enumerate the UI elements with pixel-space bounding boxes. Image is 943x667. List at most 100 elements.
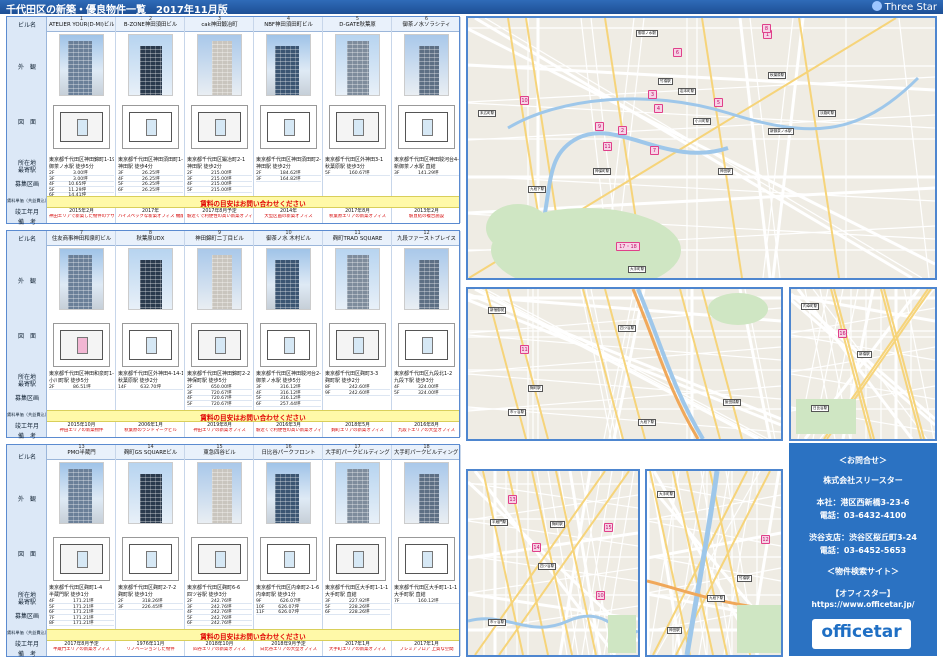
map-station-label: 末広町駅: [478, 110, 497, 117]
floor-plan: [122, 323, 179, 367]
floor-plan-outline: [336, 112, 379, 142]
map-station-label: 神保町駅: [593, 168, 612, 175]
map-station-label: 日比谷駅: [811, 405, 830, 412]
map-station-label: 九段下駅: [707, 595, 726, 602]
building-photo: [197, 34, 242, 96]
map-pin[interactable]: 3: [648, 90, 657, 99]
map-pin[interactable]: 2: [618, 126, 627, 135]
map-station-label: 市ヶ谷駅: [488, 619, 507, 626]
nearest-station: 半蔵門駅 徒歩1分: [49, 592, 89, 598]
row-label-completion: 竣工年月: [14, 641, 39, 648]
map-pin[interactable]: 11: [520, 345, 529, 354]
branch-tel[interactable]: 電話：03-6452-5653: [789, 545, 937, 556]
map-pin[interactable]: 17・18: [616, 242, 640, 251]
building-address: 東京都千代田区麹町1-4: [49, 585, 103, 591]
map-main[interactable]: 1 2 3 4 5 6 7 8 9 10 11 17・18 御茶ノ水駅 秋葉原駅 神田駅 小川町駅 神保町駅 大手…: [466, 16, 937, 280]
remarks-note: 九段下エリアの大型オフィス: [398, 428, 455, 433]
remarks-note: 駅近くで利便性の高い新築オフィス: [256, 428, 321, 433]
map-station-label: 麹町駅: [528, 385, 543, 392]
inquiry-text: 賃料の目安はお問い合わせください: [200, 200, 306, 208]
site-url-link[interactable]: https://www.officetar.jp/: [789, 600, 937, 609]
completion-date: 2006年1月: [138, 423, 163, 428]
officetar-logo: officetar: [812, 619, 911, 649]
remarks-note: 四谷エリアの新築オフィス: [193, 647, 246, 652]
building-address: 東京都千代田区九段北1-2: [394, 371, 453, 377]
map-ichigaya[interactable]: 11 新宿御苑 市ヶ谷駅 四ツ谷駅 麹町駅 九段下駅 飯田橋駅: [466, 287, 783, 441]
map-station-label: 四ツ谷駅: [538, 563, 557, 570]
completion-date: 2016年3月: [276, 423, 301, 428]
building-facade: [68, 255, 92, 309]
nearest-station: 神田駅 徒歩4分: [118, 164, 153, 170]
head-office-address: 本社：港区西新橋3-23-6: [816, 498, 910, 507]
floor-plan-outline: [60, 112, 103, 142]
map-pin[interactable]: 14: [532, 543, 541, 552]
floor-plan: [398, 537, 455, 581]
map-pin[interactable]: 12: [761, 535, 770, 544]
building-address: 東京都千代田区神田須田町2-1: [256, 157, 321, 163]
floor-plan: [260, 105, 317, 149]
map-pin[interactable]: 16: [838, 329, 847, 338]
nearest-station: 麹町駅 徒歩1分: [118, 592, 153, 598]
floor-plan-core: [353, 550, 364, 568]
building-panel-3: ビル名外 観図 面所在地 最寄駅 募集区画 賃料単価（共益費込） 竣工年月備 考 13 PM…: [6, 444, 461, 658]
floor-plan-core: [146, 550, 157, 568]
map-hibiya[interactable]: 16 内幸町駅 新橋駅 日比谷駅: [789, 287, 937, 441]
floor-plan: [53, 323, 110, 367]
row-label-building: ビル名: [17, 236, 36, 243]
map-pin[interactable]: 6: [673, 48, 682, 57]
building-address: 東京都千代田区神田錦町2-2: [187, 371, 251, 377]
map-station-label: 神田駅: [667, 627, 682, 634]
completion-date: 1976年11月: [136, 642, 165, 647]
row-label-plan: 図 面: [17, 119, 36, 126]
building-panel-2: ビル名外 観図 面所在地 最寄駅 募集区画 賃料単価（共益費込） 竣工年月備 考 7 住友商…: [6, 230, 461, 440]
map-pin[interactable]: 13: [508, 495, 517, 504]
remarks-note: 大手町エリアの新築オフィス: [329, 647, 386, 652]
floor-plan-outline: [129, 544, 172, 574]
floor-plan: [122, 105, 179, 149]
map-kojimachi[interactable]: 13 14 15 10 半蔵門駅 麹町駅 四ツ谷駅 市ヶ谷駅: [466, 469, 640, 657]
building-photo: [128, 462, 173, 524]
building-panel-1: ビル名外 観図 面所在地 最寄駅 募集区画 賃料単価（共益費込） 竣工年月備 考 1 ATE…: [6, 16, 461, 226]
floor-plan: [329, 105, 386, 149]
floor-plan-core: [215, 118, 226, 136]
map-pin[interactable]: 7: [650, 146, 659, 155]
completion-date: 2014年: [279, 209, 297, 214]
remarks-note: 駅直結の複合施設: [408, 214, 445, 219]
map-station-label: 竹橋駅: [737, 575, 752, 582]
map-pin[interactable]: 9: [595, 122, 604, 131]
floor-plan: [122, 537, 179, 581]
map-pin[interactable]: 4: [654, 104, 663, 113]
inquiry-banner: 賃料の目安はお問い合わせください: [47, 629, 459, 641]
vacancy-row: 9F 242.60坪: [325, 390, 390, 396]
vacancy-row: 5F 215.00坪: [187, 187, 252, 193]
nearest-station: 神田駅 徒歩2分: [256, 164, 291, 170]
vacancy-row: 6F 26.25坪: [118, 187, 183, 193]
completion-date: 2018年5月: [345, 423, 370, 428]
vacancy-row: 5F 720.67坪: [187, 401, 252, 407]
row-label-exterior: 外 観: [17, 64, 36, 71]
building-photo: [266, 248, 311, 310]
building-facade: [275, 474, 299, 523]
building-photo: [197, 462, 242, 524]
map-pin[interactable]: 10: [596, 591, 605, 600]
completion-date: 2015年2月: [69, 209, 94, 214]
head-office-tel[interactable]: 電話：03-6432-4100: [789, 510, 937, 521]
building-photo: [197, 248, 242, 310]
floor-plan-outline: [336, 544, 379, 574]
site-name: 【オフィスター】: [831, 589, 895, 598]
map-pin[interactable]: 5: [714, 98, 723, 107]
building-address: 東京都千代田区神田須田町1-26: [118, 157, 183, 163]
map-pin[interactable]: 8: [762, 24, 771, 33]
row-label-station: 最寄駅: [17, 167, 36, 174]
map-otemachi[interactable]: 12 大手町駅 竹橋駅 九段下駅 神田駅: [645, 469, 783, 657]
vacancy-row: 7F 160.12坪: [394, 598, 459, 604]
remarks-note: 神田エリアの新築物件: [59, 428, 104, 433]
floor-plan: [329, 537, 386, 581]
map-pin[interactable]: 11: [603, 142, 612, 151]
branch-address: 渋谷支店：渋谷区桜丘町3-24: [808, 533, 918, 542]
building-facade: [140, 474, 162, 523]
map-pin[interactable]: 10: [520, 96, 529, 105]
building-facade: [347, 469, 369, 523]
map-station-label: 麹町駅: [550, 521, 565, 528]
map-pin[interactable]: 15: [604, 523, 613, 532]
